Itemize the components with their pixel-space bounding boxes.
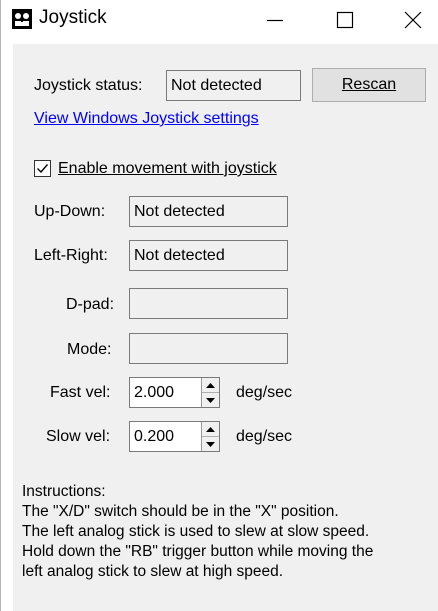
rescan-button[interactable]: Rescan bbox=[312, 68, 426, 102]
slow-vel-spin-buttons bbox=[201, 422, 219, 451]
leftright-field: Not detected bbox=[129, 240, 288, 271]
mode-label: Mode: bbox=[67, 341, 112, 358]
checkmark-icon bbox=[37, 164, 49, 174]
dpad-label: D-pad: bbox=[66, 296, 115, 313]
arrow-down-icon bbox=[206, 441, 215, 447]
joystick-window: Joystick Joystick status: Not detected R… bbox=[0, 0, 438, 611]
instructions-text: Instructions: The "X/D" switch should be… bbox=[22, 482, 373, 582]
dpad-field bbox=[129, 288, 288, 319]
instructions-line: The "X/D" switch should be in the "X" po… bbox=[22, 503, 339, 520]
fast-vel-label: Fast vel: bbox=[50, 384, 111, 401]
leftright-label: Left-Right: bbox=[34, 247, 108, 264]
arrow-up-icon bbox=[206, 426, 215, 432]
window-border bbox=[0, 0, 1, 611]
view-joystick-settings-link[interactable]: View Windows Joystick settings bbox=[34, 110, 259, 128]
fast-vel-value[interactable]: 2.000 bbox=[130, 378, 201, 407]
title-bar[interactable]: Joystick bbox=[1, 0, 438, 44]
enable-joystick-label-text: Enable movement with joystick bbox=[58, 160, 277, 177]
slow-vel-down-button[interactable] bbox=[202, 437, 219, 451]
window-title: Joystick bbox=[39, 7, 107, 28]
slow-vel-up-button[interactable] bbox=[202, 422, 219, 437]
close-icon bbox=[404, 11, 422, 29]
slow-vel-spinbox[interactable]: 0.200 bbox=[129, 421, 220, 452]
instructions-line: Hold down the "RB" trigger button while … bbox=[22, 543, 374, 560]
joystick-status-label: Joystick status: bbox=[34, 77, 143, 94]
slow-vel-unit: deg/sec bbox=[236, 428, 293, 445]
enable-joystick-checkbox[interactable] bbox=[34, 160, 51, 177]
instructions-line: Instructions: bbox=[22, 483, 106, 500]
slow-vel-label: Slow vel: bbox=[46, 428, 111, 445]
close-button[interactable] bbox=[385, 0, 438, 40]
arrow-up-icon bbox=[206, 382, 215, 388]
fast-vel-up-button[interactable] bbox=[202, 378, 219, 393]
maximize-icon bbox=[336, 11, 354, 29]
updown-label: Up-Down: bbox=[34, 203, 106, 220]
updown-field: Not detected bbox=[129, 196, 288, 227]
fast-vel-unit: deg/sec bbox=[236, 384, 293, 401]
maximize-button[interactable] bbox=[317, 0, 373, 40]
instructions-line: The left analog stick is used to slew at… bbox=[22, 523, 370, 540]
joystick-status-field: Not detected bbox=[166, 70, 301, 101]
arrow-down-icon bbox=[206, 397, 215, 403]
client-area: Joystick status: Not detected Rescan Vie… bbox=[13, 44, 438, 611]
fast-vel-spin-buttons bbox=[201, 378, 219, 407]
fast-vel-down-button[interactable] bbox=[202, 393, 219, 407]
minimize-icon bbox=[267, 19, 283, 22]
instructions-line: left analog stick to slew at high speed. bbox=[22, 563, 284, 580]
rescan-button-label: Rescan bbox=[341, 76, 397, 93]
fast-vel-spinbox[interactable]: 2.000 bbox=[129, 377, 220, 408]
mode-field bbox=[129, 333, 288, 364]
slow-vel-value[interactable]: 0.200 bbox=[130, 422, 201, 451]
minimize-button[interactable] bbox=[247, 0, 303, 40]
enable-joystick-label[interactable]: Enable movement with joystick bbox=[58, 159, 277, 179]
joystick-app-icon bbox=[12, 9, 32, 29]
